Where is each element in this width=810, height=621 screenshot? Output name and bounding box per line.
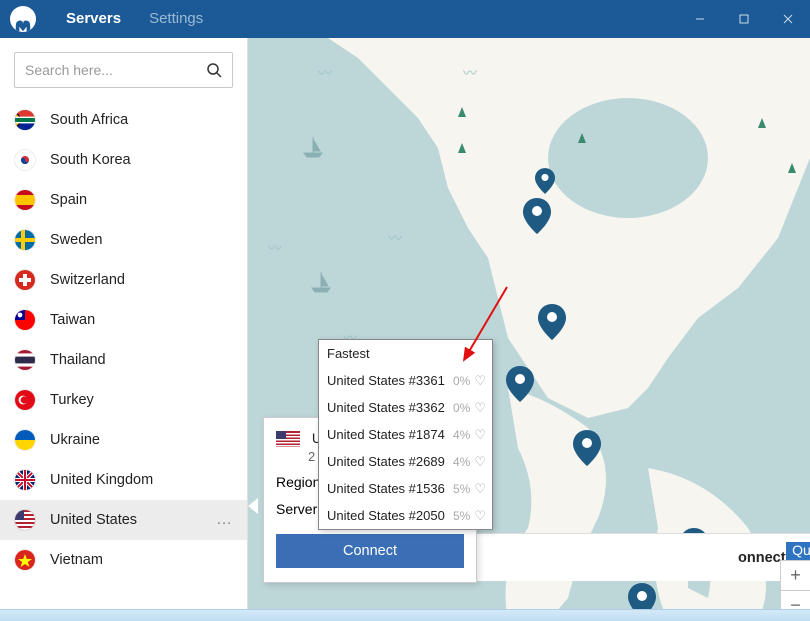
tree-icon — [458, 143, 466, 153]
heart-icon[interactable]: ♡ — [474, 481, 486, 497]
more-icon[interactable]: … — [216, 511, 233, 529]
wave-icon: 〰 — [388, 228, 402, 248]
heart-icon[interactable]: ♡ — [474, 400, 486, 416]
country-label: South Africa — [50, 112, 128, 128]
map-pin-icon[interactable] — [523, 198, 551, 234]
heart-icon[interactable]: ♡ — [474, 373, 486, 389]
country-united-states[interactable]: United States … — [0, 500, 247, 540]
country-spain[interactable]: Spain — [0, 180, 247, 220]
country-united-kingdom[interactable]: United Kingdom — [0, 460, 247, 500]
tree-icon — [788, 163, 796, 173]
country-label: Turkey — [50, 392, 94, 408]
tab-servers[interactable]: Servers — [52, 0, 135, 38]
country-taiwan[interactable]: Taiwan — [0, 300, 247, 340]
dropdown-item[interactable]: United States #33620%♡ — [319, 394, 492, 421]
dropdown-item[interactable]: United States #18744%♡ — [319, 421, 492, 448]
country-south-africa[interactable]: South Africa — [0, 100, 247, 140]
country-label: Thailand — [50, 352, 106, 368]
connect-button[interactable]: Connect — [276, 534, 464, 568]
country-turkey[interactable]: Turkey — [0, 380, 247, 420]
map-pin-icon[interactable] — [573, 430, 601, 466]
country-switzerland[interactable]: Switzerland — [0, 260, 247, 300]
status-bar: onnect Quick connect — [462, 533, 810, 581]
dropdown-item[interactable]: United States #26894%♡ — [319, 448, 492, 475]
wave-icon: 〰 — [318, 63, 332, 83]
tree-icon — [758, 118, 766, 128]
tree-icon — [578, 133, 586, 143]
boat-icon — [308, 268, 334, 294]
heart-icon[interactable]: ♡ — [474, 508, 486, 524]
country-label: Vietnam — [50, 552, 103, 568]
sidebar: South Africa South Korea Spain Sweden Sw… — [0, 38, 248, 621]
status-text: onnect — [738, 550, 786, 566]
zoom-in-button[interactable]: + — [781, 561, 810, 591]
country-label: Sweden — [50, 232, 102, 248]
app-logo-icon — [10, 6, 36, 32]
country-label: United Kingdom — [50, 472, 153, 488]
heart-icon[interactable]: ♡ — [474, 427, 486, 443]
flag-us-icon — [276, 431, 300, 447]
country-list: South Africa South Korea Spain Sweden Sw… — [0, 100, 247, 621]
country-label: Spain — [50, 192, 87, 208]
taskbar — [0, 609, 810, 621]
search-icon — [206, 62, 222, 78]
map-pin-icon[interactable] — [538, 304, 566, 340]
heart-icon[interactable]: ♡ — [474, 454, 486, 470]
popover-pointer-icon — [248, 498, 258, 514]
search-input[interactable] — [25, 62, 206, 78]
annotation-arrow-icon — [452, 282, 512, 372]
country-vietnam[interactable]: Vietnam — [0, 540, 247, 580]
maximize-button[interactable] — [722, 0, 766, 38]
titlebar: Servers Settings — [0, 0, 810, 38]
dropdown-item[interactable]: United States #15365%♡ — [319, 475, 492, 502]
close-button[interactable] — [766, 0, 810, 38]
country-thailand[interactable]: Thailand — [0, 340, 247, 380]
map-pin-icon[interactable] — [535, 168, 555, 194]
dropdown-item[interactable]: United States #20505%♡ — [319, 502, 492, 529]
wave-icon: 〰 — [463, 63, 477, 83]
country-label: Ukraine — [50, 432, 100, 448]
country-label: Taiwan — [50, 312, 95, 328]
country-label: South Korea — [50, 152, 131, 168]
country-label: United States — [50, 512, 137, 528]
search-input-wrap[interactable] — [14, 52, 233, 88]
country-ukraine[interactable]: Ukraine — [0, 420, 247, 460]
boat-icon — [300, 133, 326, 159]
tree-icon — [458, 107, 466, 117]
wave-icon: 〰 — [268, 238, 282, 258]
country-south-korea[interactable]: South Korea — [0, 140, 247, 180]
country-label: Switzerland — [50, 272, 125, 288]
minimize-button[interactable] — [678, 0, 722, 38]
country-sweden[interactable]: Sweden — [0, 220, 247, 260]
tab-settings[interactable]: Settings — [135, 0, 217, 38]
